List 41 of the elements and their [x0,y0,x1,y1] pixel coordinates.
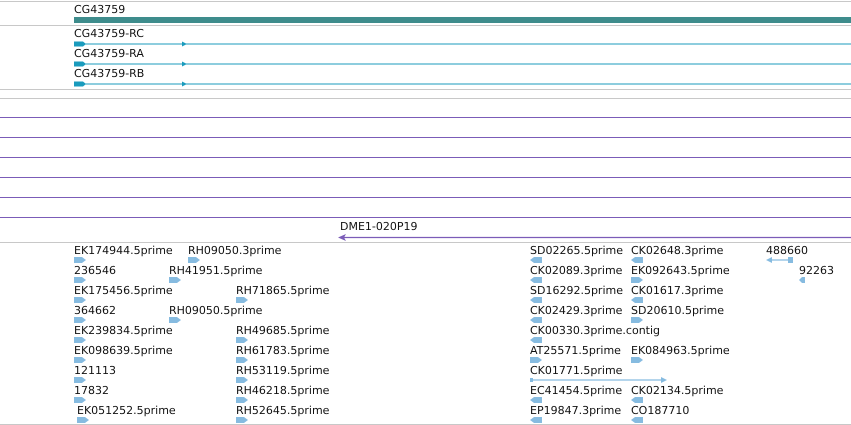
est-label: AT25571.5prime [530,344,621,358]
est-label: RH49685.5prime [236,324,330,338]
est-label: CK02429.3prime [530,304,622,318]
est-label: CK02648.3prime [631,244,724,258]
est-label: EC41454.5prime [530,384,622,398]
est-label: CK00330.3prime.contig [530,324,660,338]
est-label: EK051252.5prime [77,404,176,418]
est-label: EP19847.3prime [530,404,622,418]
est-label: CO187710 [631,404,690,418]
transcript-label: CG43759-RA [74,47,144,61]
est-label: RH52645.5prime [236,404,330,418]
est-label: CK01771.5prime [530,364,622,378]
transcript-label: CG43759-RB [74,67,144,81]
est-label: RH09050.5prime [169,304,262,318]
est-label: EK098639.5prime [74,344,173,358]
est-label: SD20610.5prime [631,304,724,318]
est-label: EK092643.5prime [631,264,730,278]
est-label: 236546 [74,264,116,278]
est-label: SD02265.5prime [530,244,623,258]
est-label: CK01617.3prime [631,284,724,298]
clone-label: DME1-020P19 [340,220,418,234]
est-label: EK239834.5prime [74,324,173,338]
est-label: RH09050.3prime [188,244,282,258]
est-label: CK02134.5prime [631,384,724,398]
est-label: EK175456.5prime [74,284,173,298]
est-label: EK174944.5prime [74,244,173,258]
est-label: RH41951.5prime [169,264,262,278]
est-label: RH61783.5prime [236,344,330,358]
est-label: 488660 [766,244,808,258]
est-label: EK084963.5prime [631,344,730,358]
est-label: SD16292.5prime [530,284,623,298]
est-label: CK02089.3prime [530,264,622,278]
est-label: 364662 [74,304,116,318]
transcript-label: CG43759-RC [74,27,144,41]
est-label: RH46218.5prime [236,384,330,398]
est-label: RH71865.5prime [236,284,330,298]
est-label: 17832 [74,384,109,398]
est-label: 92263 [799,264,834,278]
est-label: 121113 [74,364,116,378]
est-label: RH53119.5prime [236,364,330,378]
gene-label: CG43759 [74,3,126,17]
